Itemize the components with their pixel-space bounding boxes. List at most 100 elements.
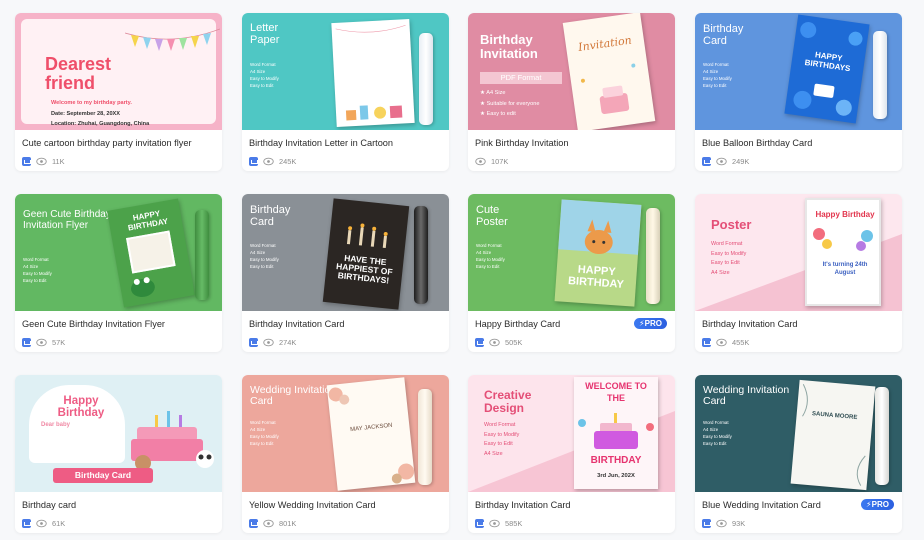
- thumb-heading: Creative Design: [484, 388, 532, 415]
- template-card[interactable]: Letter Paper Word Format A4 Size Easy to…: [242, 13, 449, 171]
- template-card[interactable]: Happy Birthday Dear baby Birthday Card B…: [15, 375, 222, 533]
- cartoon-decoration: [335, 24, 406, 121]
- card-thumbnail[interactable]: Dearest friend Welcome to my birthday pa…: [15, 13, 222, 130]
- document-icon: [249, 337, 258, 347]
- template-card[interactable]: Dearest friend Welcome to my birthday pa…: [15, 13, 222, 171]
- feature-item: Easy to Modify: [23, 271, 52, 277]
- template-card[interactable]: Birthday Invitation PDF Format ★ A4 Size…: [468, 13, 675, 171]
- thumb-line-2: Date: September 28, 20XX: [51, 111, 121, 117]
- eye-icon: [489, 519, 500, 527]
- card-title[interactable]: Happy Birthday Card: [475, 319, 560, 329]
- card-meta: 505K: [475, 337, 522, 347]
- card-title[interactable]: Pink Birthday Invitation: [475, 138, 568, 148]
- card-title[interactable]: Blue Balloon Birthday Card: [702, 138, 812, 148]
- pro-label: PRO: [871, 500, 889, 509]
- document-icon: [702, 518, 711, 528]
- thumb-heading: Birthday Invitation: [480, 32, 538, 61]
- feature-item: Word Format: [703, 420, 729, 425]
- thumb-heading: Letter Paper: [250, 22, 280, 46]
- card-thumbnail[interactable]: Wedding Invitation Card Word Format A4 S…: [695, 375, 902, 492]
- template-card[interactable]: Creative Design Word Format Easy to Modi…: [468, 375, 675, 533]
- pro-label: PRO: [644, 319, 662, 328]
- eye-icon: [716, 519, 727, 527]
- thumb-line-3: Location: Zhuhai, Guangdong, China: [51, 121, 150, 127]
- card-title[interactable]: Birthday card: [22, 500, 76, 510]
- eye-icon: [489, 338, 500, 346]
- card-title[interactable]: Yellow Wedding Invitation Card: [249, 500, 376, 510]
- feature-item: A4 Size: [476, 250, 492, 256]
- card-thumbnail[interactable]: Birthday Invitation PDF Format ★ A4 Size…: [468, 13, 675, 130]
- view-count: 61K: [52, 518, 66, 528]
- thumb-feature-list: Word Format Easy to Modify Easy to Edit …: [484, 421, 519, 460]
- paper-text-3: 3rd Jun, 202X: [597, 473, 635, 479]
- flyer-paper-preview: HAPPY BIRTHDAY: [107, 198, 195, 308]
- thumb-heading: Birthday Card: [250, 204, 291, 228]
- cake-illustration: [580, 63, 636, 115]
- template-card[interactable]: Poster Word Format Easy to Modify Easy t…: [695, 194, 902, 352]
- poster-paper-preview: Happy Birthday It's turning 24th August: [805, 198, 881, 306]
- thumb-feature-list: Word Format A4 Size Easy to Modify Easy …: [703, 419, 732, 447]
- feature-item: Easy to Edit: [250, 83, 274, 89]
- document-icon: [22, 156, 31, 166]
- card-meta: 61K: [22, 518, 65, 528]
- frog-illustration: [131, 277, 155, 298]
- thumb-heading: Birthday Card: [703, 23, 744, 47]
- feature-item: A4 Size: [703, 69, 719, 75]
- document-icon: [249, 156, 258, 166]
- thumb-feature-list: Word Format A4 Size Easy to Modify Easy …: [476, 242, 505, 270]
- paper-roll: [418, 389, 432, 485]
- eye-icon: [263, 519, 274, 527]
- feature-item: A4 Size: [484, 451, 503, 458]
- eye-icon: [263, 338, 274, 346]
- card-thumbnail[interactable]: Letter Paper Word Format A4 Size Easy to…: [242, 13, 449, 130]
- paper-text-2: BIRTHDAY: [590, 455, 642, 466]
- paper-roll: [873, 31, 887, 119]
- template-card[interactable]: Geen Cute Birthday Invitation Flyer Word…: [15, 194, 222, 352]
- feature-item: Word Format: [711, 241, 743, 247]
- template-card[interactable]: Wedding Invitation Card Word Format A4 S…: [695, 375, 902, 533]
- card-thumbnail[interactable]: Happy Birthday Dear baby Birthday Card: [15, 375, 222, 492]
- card-title[interactable]: Birthday Invitation Card: [702, 319, 798, 329]
- card-title[interactable]: Geen Cute Birthday Invitation Flyer: [22, 319, 165, 329]
- thumb-heading: Dearest friend: [45, 54, 112, 93]
- template-card[interactable]: Birthday Card Word Format A4 Size Easy t…: [242, 194, 449, 352]
- feature-item: Easy to Edit: [23, 278, 47, 284]
- card-thumbnail[interactable]: Creative Design Word Format Easy to Modi…: [468, 375, 675, 492]
- template-card[interactable]: Wedding Invitation Card Word Format A4 S…: [242, 375, 449, 533]
- template-card[interactable]: Birthday Card Word Format A4 Size Easy t…: [695, 13, 902, 171]
- template-card[interactable]: Cute Poster Word Format A4 Size Easy to …: [468, 194, 675, 352]
- card-title[interactable]: Birthday Invitation Card: [475, 500, 571, 510]
- document-icon: [475, 518, 484, 528]
- feature-item: Word Format: [250, 420, 276, 425]
- card-thumbnail[interactable]: Wedding Invitation Card Word Format A4 S…: [242, 375, 449, 492]
- feature-item: Easy to Edit: [250, 264, 274, 270]
- feature-item: Easy to Modify: [703, 434, 732, 440]
- document-icon: [22, 337, 31, 347]
- card-title[interactable]: Cute cartoon birthday party invitation f…: [22, 138, 192, 148]
- card-meta: 801K: [249, 518, 296, 528]
- eye-icon: [475, 157, 486, 165]
- paper-roll: [646, 208, 660, 304]
- card-thumbnail[interactable]: Poster Word Format Easy to Modify Easy t…: [695, 194, 902, 311]
- document-icon: [702, 337, 711, 347]
- pro-badge: ⚡PRO: [634, 318, 667, 329]
- paper-roll: [414, 206, 428, 304]
- feature-item: A4 Size: [250, 250, 266, 256]
- card-thumbnail[interactable]: Birthday Card Word Format A4 Size Easy t…: [695, 13, 902, 130]
- card-title[interactable]: Birthday Invitation Card: [249, 319, 345, 329]
- view-count: 245K: [279, 156, 297, 166]
- view-count: 11K: [52, 156, 65, 166]
- card-title[interactable]: Blue Wedding Invitation Card: [702, 500, 821, 510]
- eye-icon: [263, 157, 274, 165]
- feature-item: Word Format: [250, 62, 276, 67]
- eye-icon: [716, 157, 727, 165]
- card-thumbnail[interactable]: Birthday Card Word Format A4 Size Easy t…: [242, 194, 449, 311]
- card-paper-preview: HAPPY BIRTHDAYS: [784, 14, 870, 124]
- thumb-heading: Geen Cute Birthday Invitation Flyer: [23, 209, 111, 231]
- card-meta: 585K: [475, 518, 522, 528]
- thumb-feature-list: Word Format A4 Size Easy to Modify Easy …: [703, 61, 732, 89]
- card-thumbnail[interactable]: Cute Poster Word Format A4 Size Easy to …: [468, 194, 675, 311]
- thumb-heading: Wedding Invitation Card: [703, 384, 790, 408]
- card-title[interactable]: Birthday Invitation Letter in Cartoon: [249, 138, 393, 148]
- card-thumbnail[interactable]: Geen Cute Birthday Invitation Flyer Word…: [15, 194, 222, 311]
